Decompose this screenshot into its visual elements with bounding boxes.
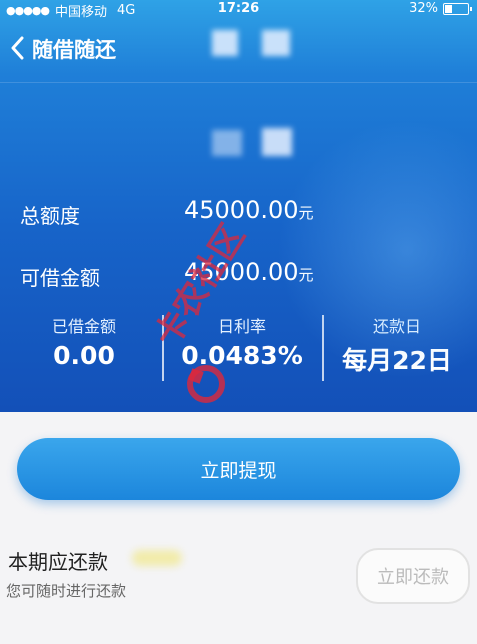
- status-bar: ●●●●● 中国移动 4G 17:26 32%: [0, 0, 477, 20]
- repay-button[interactable]: 立即还款: [356, 548, 470, 604]
- chevron-left-icon[interactable]: [10, 36, 24, 60]
- stat-borrowed: 已借金额 0.00: [4, 313, 164, 370]
- total-limit-value: 45000.00元: [184, 196, 314, 224]
- stat-repay-day: 还款日 每月22日: [322, 313, 472, 377]
- redacted-block: [262, 128, 292, 156]
- page-title: 随借随还: [32, 38, 116, 62]
- battery-fill: [445, 4, 452, 13]
- repayment-title: 本期应还款: [8, 550, 108, 574]
- withdraw-button[interactable]: 立即提现: [17, 438, 460, 500]
- total-limit-amount: 45000.00: [184, 196, 299, 224]
- redacted-block: [212, 30, 238, 56]
- stat-repay-day-label: 还款日: [372, 317, 421, 336]
- nav-bar: 随借随还: [0, 22, 477, 74]
- repayment-subtitle: 您可随时进行还款: [6, 582, 127, 600]
- watermark-logo-icon: [187, 365, 225, 403]
- total-limit-unit: 元: [298, 204, 314, 222]
- stat-borrowed-label: 已借金额: [51, 317, 116, 336]
- status-time: 17:26: [217, 1, 260, 16]
- redacted-amount: [132, 550, 182, 566]
- status-right: 32%: [409, 1, 472, 16]
- available-unit: 元: [298, 266, 314, 284]
- nav-divider: [0, 82, 477, 83]
- repayment-section: 本期应还款 您可随时进行还款 立即还款: [0, 520, 477, 644]
- stat-repay-day-value: 每月22日: [342, 346, 452, 375]
- total-limit-label: 总额度: [20, 204, 80, 228]
- available-label: 可借金额: [20, 266, 100, 290]
- redacted-block: [262, 30, 290, 56]
- redacted-block: [212, 130, 242, 156]
- battery-percent: 32%: [409, 1, 438, 16]
- stat-borrowed-value: 0.00: [53, 341, 115, 370]
- account-hero-panel: ●●●●● 中国移动 4G 17:26 32% 随借随还 总额度 45000.0…: [0, 0, 477, 412]
- battery-icon: [443, 2, 472, 15]
